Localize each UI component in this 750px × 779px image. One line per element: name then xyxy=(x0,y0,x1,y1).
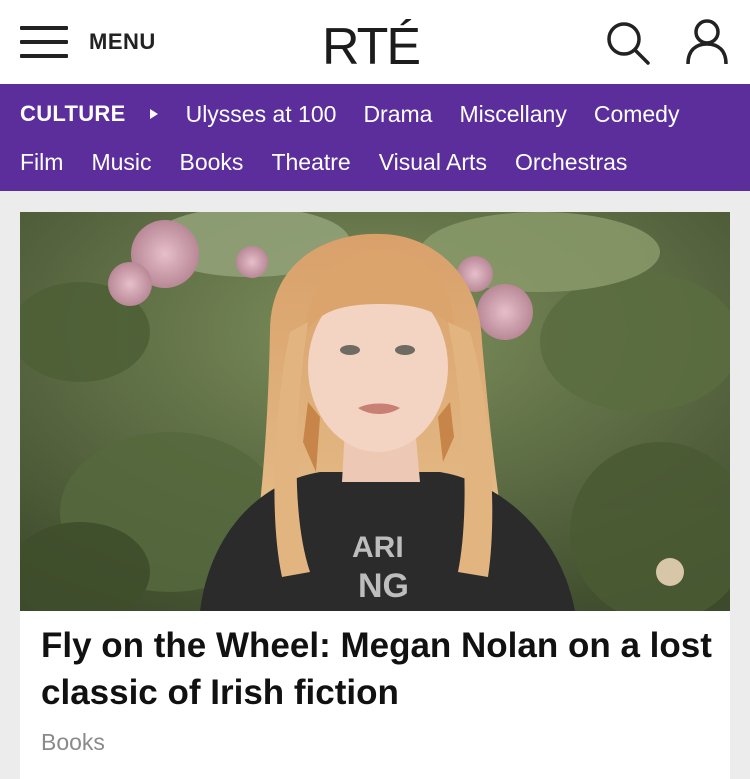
svg-text:ARI: ARI xyxy=(352,531,404,564)
search-icon[interactable] xyxy=(605,20,651,66)
nav-link-books[interactable]: Books xyxy=(180,149,244,176)
nav-link-music[interactable]: Music xyxy=(91,149,151,176)
menu-label: MENU xyxy=(89,29,156,54)
site-header: MENU RTÉ xyxy=(0,0,750,84)
nav-link-miscellany[interactable]: Miscellany xyxy=(459,101,566,128)
nav-link-film[interactable]: Film xyxy=(20,149,63,176)
menu-button[interactable]: MENU xyxy=(20,20,170,64)
nav-link-visual-arts[interactable]: Visual Arts xyxy=(379,149,487,176)
article-category-link[interactable]: Books xyxy=(41,729,105,756)
subnav-row-1: CULTURE Ulysses at 100 Drama Miscellany … xyxy=(20,94,706,134)
nav-link-ulysses[interactable]: Ulysses at 100 xyxy=(186,101,337,128)
article-card[interactable]: ARI NG Fly on the Wheel: Megan Nolan on … xyxy=(20,212,730,779)
article-hero-image[interactable]: ARI NG xyxy=(20,212,730,611)
account-icon[interactable] xyxy=(684,18,730,66)
svg-text:NG: NG xyxy=(358,567,409,605)
hamburger-icon xyxy=(20,24,68,60)
nav-link-drama[interactable]: Drama xyxy=(363,101,432,128)
nav-link-orchestras[interactable]: Orchestras xyxy=(515,149,627,176)
article-headline[interactable]: Fly on the Wheel: Megan Nolan on a lost … xyxy=(41,622,721,716)
arrow-right-icon xyxy=(149,109,158,119)
rte-logo[interactable]: RTÉ xyxy=(320,12,430,72)
nav-link-theatre[interactable]: Theatre xyxy=(271,149,350,176)
culture-subnav: CULTURE Ulysses at 100 Drama Miscellany … xyxy=(0,84,750,191)
logo-text: RTÉ xyxy=(322,18,419,72)
subnav-row-2: Film Music Books Theatre Visual Arts Orc… xyxy=(20,142,655,182)
section-title-culture[interactable]: CULTURE xyxy=(20,101,126,127)
nav-link-comedy[interactable]: Comedy xyxy=(594,101,680,128)
